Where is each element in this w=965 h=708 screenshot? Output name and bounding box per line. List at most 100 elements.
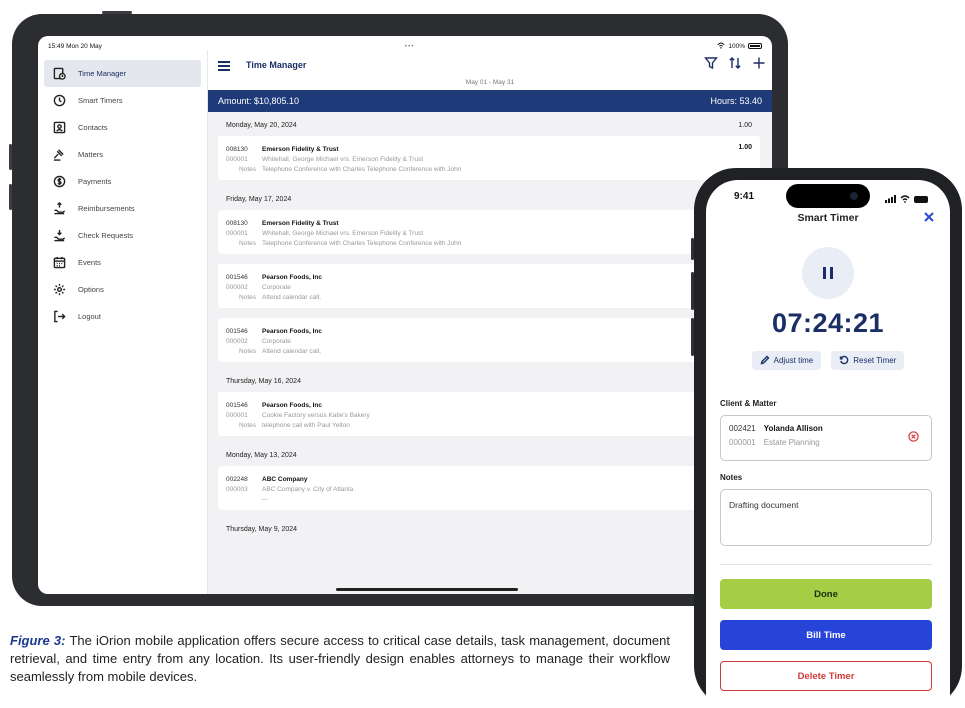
adjust-time-button[interactable]: Adjust time bbox=[751, 351, 822, 370]
plus-icon[interactable] bbox=[752, 56, 766, 75]
client-name: Pearson Foods, Inc bbox=[262, 401, 322, 409]
bill-time-button[interactable]: Bill Time bbox=[720, 620, 932, 650]
sidebar-item-smart-timers[interactable]: Smart Timers bbox=[44, 87, 201, 114]
clock-icon bbox=[52, 94, 66, 108]
tablet-device: 15:49 Mon 20 May ••• 100% Time Manager S… bbox=[9, 11, 788, 606]
sidebar-item-payments[interactable]: Payments bbox=[44, 168, 201, 195]
time-entry-card[interactable]: 001546 Pearson Foods, Inc 000002 Corporate… bbox=[218, 318, 760, 362]
matter-code: 000002 bbox=[226, 337, 248, 345]
pause-button[interactable] bbox=[802, 247, 854, 299]
multitask-dots[interactable]: ••• bbox=[102, 43, 718, 50]
matter-code: 000001 bbox=[226, 229, 248, 237]
caption-text: The iOrion mobile application offers sec… bbox=[10, 633, 670, 684]
time-entry-card[interactable]: 008130 Emerson Fidelity & Trust 000001 Whi… bbox=[218, 210, 760, 254]
sidebar-item-matters[interactable]: Matters bbox=[44, 141, 201, 168]
close-icon[interactable] bbox=[922, 210, 936, 224]
group-date: Monday, May 13, 2024 bbox=[226, 451, 297, 459]
home-indicator[interactable] bbox=[336, 588, 518, 591]
time-entry-card[interactable]: 001546 Pearson Foods, Inc 000001 Cookie Fa… bbox=[218, 392, 760, 436]
matter-code: 000001 bbox=[226, 411, 248, 419]
client-code: 002248 bbox=[226, 475, 248, 483]
dollar-icon bbox=[52, 175, 66, 189]
pause-icon bbox=[823, 267, 833, 279]
sidebar-item-events[interactable]: Events bbox=[44, 249, 201, 276]
sidebar-item-label: Events bbox=[78, 258, 101, 267]
client-code: 001546 bbox=[226, 273, 248, 281]
matter-name: Corporate bbox=[262, 337, 291, 345]
time-entry-card[interactable]: 001546 Pearson Foods, Inc 000002 Corporate… bbox=[218, 264, 760, 308]
battery-percent: 100% bbox=[728, 42, 745, 50]
done-button[interactable]: Done bbox=[720, 579, 932, 609]
hamburger-menu-icon[interactable] bbox=[218, 61, 230, 71]
date-range[interactable]: May 01 - May 31 bbox=[208, 79, 772, 86]
hours-total: Hours: 53.40 bbox=[710, 96, 762, 106]
phone-side-button bbox=[691, 272, 694, 310]
client-matter-label: Client & Matter bbox=[720, 399, 777, 408]
matter-name: Whitehall, George Michael vrs. Emerson F… bbox=[262, 155, 424, 163]
client-name: ABC Company bbox=[262, 475, 308, 483]
matter-code: 000001 bbox=[729, 438, 756, 447]
matter-name: Cookie Factory versus Katie's Bakery bbox=[262, 411, 370, 419]
hand-money-icon bbox=[52, 229, 66, 243]
amount-total: Amount: $10,805.10 bbox=[218, 96, 300, 106]
sidebar-item-reimbursements[interactable]: Reimbursements bbox=[44, 195, 201, 222]
group-date: Monday, May 20, 2024 bbox=[226, 121, 297, 129]
client-name: Yolanda Allison bbox=[763, 424, 823, 433]
matter-code: 000003 bbox=[226, 485, 248, 493]
toolbar-actions bbox=[704, 56, 766, 75]
entry-notes: Telephone Conference with Charles Teleph… bbox=[262, 165, 462, 173]
calendar-icon bbox=[52, 256, 66, 270]
main-pane: Time Manager May 01 - May 31 Amount: $10… bbox=[208, 50, 772, 594]
client-matter-field[interactable]: 002421 Yolanda Allison 000001 Estate Plann… bbox=[720, 415, 932, 461]
tablet-side-button bbox=[9, 144, 12, 170]
timesheet-icon bbox=[52, 67, 66, 81]
stage: 15:49 Mon 20 May ••• 100% Time Manager S… bbox=[0, 0, 965, 708]
sidebar-item-label: Matters bbox=[78, 150, 104, 159]
sidebar-item-label: Check Requests bbox=[78, 231, 134, 240]
client-name: Emerson Fidelity & Trust bbox=[262, 145, 339, 153]
time-entry-card[interactable]: 008130 Emerson Fidelity & Trust 1.00 0000… bbox=[218, 136, 760, 180]
matter-code: 000001 bbox=[226, 155, 248, 163]
matter-name: Corporate bbox=[262, 283, 291, 291]
notes-label: Notes bbox=[239, 293, 256, 301]
entry-hours: 1.00 bbox=[738, 144, 752, 151]
matter-name: Whitehall, George Michael vrs. Emerson F… bbox=[262, 229, 424, 237]
screen-title: Smart Timer bbox=[797, 212, 859, 224]
sidebar-item-check-requests[interactable]: Check Requests bbox=[44, 222, 201, 249]
client-name: Pearson Foods, Inc bbox=[262, 327, 322, 335]
notes-label: Notes bbox=[720, 473, 743, 482]
sidebar-item-label: Reimbursements bbox=[78, 204, 135, 213]
filter-icon[interactable] bbox=[704, 56, 718, 75]
sidebar-item-contacts[interactable]: Contacts bbox=[44, 114, 201, 141]
battery-icon bbox=[748, 43, 762, 49]
sidebar-item-logout[interactable]: Logout bbox=[44, 303, 201, 330]
group-total: 1.00 bbox=[738, 121, 752, 129]
sidebar-item-time-manager[interactable]: Time Manager bbox=[44, 60, 201, 87]
tablet-top-button bbox=[102, 11, 132, 14]
time-entry-card[interactable]: 002248 ABC Company 000003 ABC Company v. C… bbox=[218, 466, 760, 510]
sort-icon[interactable] bbox=[728, 56, 742, 75]
top-bar: Time Manager May 01 - May 31 bbox=[208, 50, 772, 90]
client-name: Pearson Foods, Inc bbox=[262, 273, 322, 281]
reset-timer-button[interactable]: Reset Timer bbox=[831, 351, 905, 370]
status-time: 15:49 Mon 20 May bbox=[48, 42, 102, 50]
clear-selection-icon[interactable] bbox=[908, 431, 919, 442]
phone-side-button bbox=[691, 238, 694, 260]
group-date: Thursday, May 9, 2024 bbox=[226, 525, 298, 533]
notes-textarea[interactable]: Drafting document bbox=[720, 489, 932, 546]
entry-notes: Attend calendar call; bbox=[262, 293, 321, 301]
reimburse-icon bbox=[52, 202, 66, 216]
matter-name: Estate Planning bbox=[763, 438, 820, 447]
date-group-header: Thursday, May 9, 2024 bbox=[218, 520, 760, 538]
sidebar-item-label: Logout bbox=[78, 312, 101, 321]
sidebar: Time Manager Smart Timers Contacts Matte… bbox=[38, 50, 208, 594]
notes-label: Notes bbox=[239, 165, 256, 173]
delete-timer-button[interactable]: Delete Timer bbox=[720, 661, 932, 691]
reset-timer-label: Reset Timer bbox=[853, 356, 897, 365]
client-code: 002421 bbox=[729, 424, 756, 433]
phone-screen: 9:41 Smart Timer 07:24:21 Adjust time Re… bbox=[706, 180, 950, 708]
divider bbox=[720, 564, 932, 565]
entry-notes: --- bbox=[262, 495, 269, 503]
sidebar-item-options[interactable]: Options bbox=[44, 276, 201, 303]
group-date: Thursday, May 16, 2024 bbox=[226, 377, 301, 385]
